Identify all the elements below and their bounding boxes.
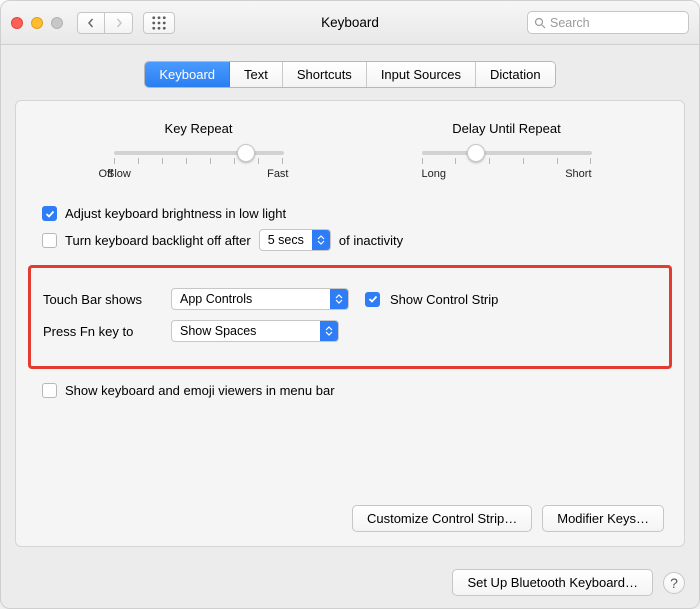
backlight-select[interactable]: 5 secs	[259, 229, 331, 251]
grid-icon	[152, 16, 166, 30]
close-icon[interactable]	[11, 17, 23, 29]
backlight-off-label: Turn keyboard backlight off after	[65, 233, 251, 248]
key-repeat-group: Key Repeat Off Slow Fast	[109, 121, 289, 180]
key-repeat-slider[interactable]	[114, 144, 284, 162]
touchbar-select[interactable]: App Controls	[171, 288, 349, 310]
search-placeholder: Search	[550, 16, 590, 30]
backlight-off-checkbox[interactable]	[42, 233, 57, 248]
titlebar: Keyboard Search	[1, 1, 699, 45]
content-area: Key Repeat Off Slow Fast Delay Until Re	[1, 88, 699, 561]
slider-knob[interactable]	[467, 144, 485, 162]
tab-bar: Keyboard Text Shortcuts Input Sources Di…	[1, 61, 699, 88]
delay-repeat-slider[interactable]	[422, 144, 592, 162]
highlight-box: Touch Bar shows App Controls Show Contro…	[28, 265, 672, 369]
show-all-button[interactable]	[143, 12, 175, 34]
control-strip-label: Show Control Strip	[390, 292, 498, 307]
back-button[interactable]	[77, 12, 105, 34]
fn-key-label: Press Fn key to	[43, 324, 161, 339]
brightness-checkbox[interactable]	[42, 206, 57, 221]
viewers-label: Show keyboard and emoji viewers in menu …	[65, 383, 335, 398]
nav-buttons	[77, 12, 133, 34]
customize-control-strip-button[interactable]: Customize Control Strip…	[352, 505, 532, 532]
forward-button[interactable]	[105, 12, 133, 34]
tab-dictation[interactable]: Dictation	[476, 62, 555, 87]
slider-knob[interactable]	[237, 144, 255, 162]
tab-shortcuts[interactable]: Shortcuts	[283, 62, 367, 87]
control-strip-checkbox[interactable]	[365, 292, 380, 307]
chevron-updown-icon	[320, 320, 338, 342]
preferences-window: Keyboard Search Keyboard Text Shortcuts …	[0, 0, 700, 609]
window-controls	[11, 17, 63, 29]
minimize-icon[interactable]	[31, 17, 43, 29]
bluetooth-keyboard-button[interactable]: Set Up Bluetooth Keyboard…	[452, 569, 653, 596]
touchbar-label: Touch Bar shows	[43, 292, 161, 307]
delay-repeat-title: Delay Until Repeat	[422, 121, 592, 136]
maximize-icon	[51, 17, 63, 29]
help-button[interactable]: ?	[663, 572, 685, 594]
backlight-suffix: of inactivity	[339, 233, 403, 248]
tab-keyboard[interactable]: Keyboard	[145, 62, 230, 87]
window-footer: Set Up Bluetooth Keyboard… ?	[1, 561, 699, 608]
viewers-checkbox[interactable]	[42, 383, 57, 398]
chevron-updown-icon	[330, 288, 348, 310]
delay-repeat-group: Delay Until Repeat Long Short	[422, 121, 592, 180]
modifier-keys-button[interactable]: Modifier Keys…	[542, 505, 664, 532]
tab-text[interactable]: Text	[230, 62, 283, 87]
brightness-label: Adjust keyboard brightness in low light	[65, 206, 286, 221]
fn-key-select[interactable]: Show Spaces	[171, 320, 339, 342]
tab-input-sources[interactable]: Input Sources	[367, 62, 476, 87]
search-icon	[534, 17, 546, 29]
key-repeat-title: Key Repeat	[109, 121, 289, 136]
search-input[interactable]: Search	[527, 11, 689, 34]
chevron-updown-icon	[312, 229, 330, 251]
